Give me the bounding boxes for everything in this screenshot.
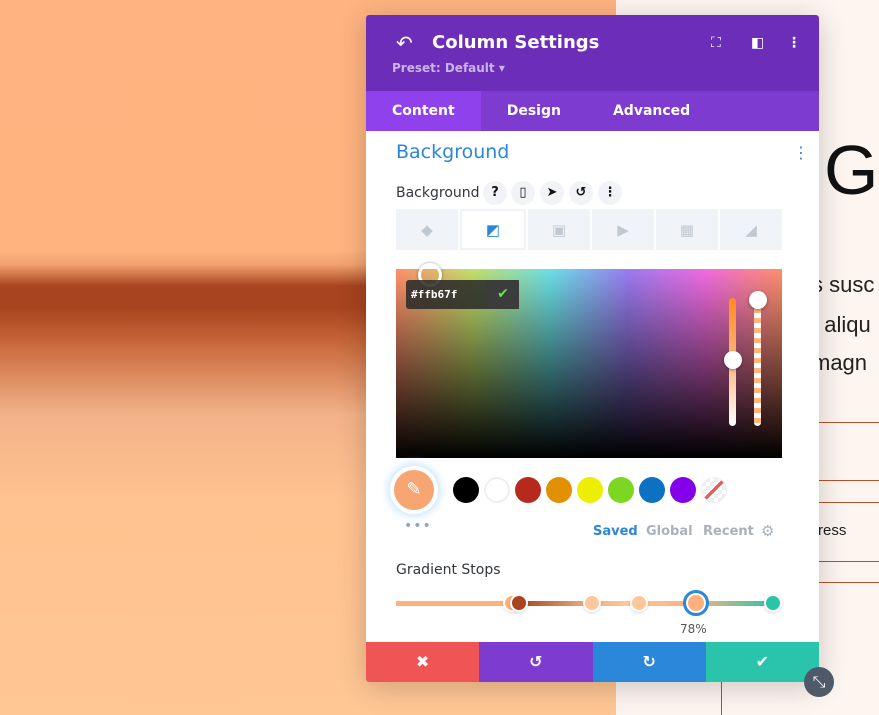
undo-button[interactable]: ↺ <box>479 642 593 682</box>
opacity-slider-handle[interactable] <box>749 291 767 309</box>
color-swatch[interactable] <box>484 477 510 503</box>
hex-input[interactable]: #ffb67f ✔ <box>406 280 519 309</box>
palette-tab-recent[interactable]: Recent <box>703 524 754 539</box>
column-settings-panel: ↶ Column Settings Preset: Default ▾ ⛶ ◧ … <box>366 15 819 682</box>
responsive-icon[interactable]: ▯ <box>511 181 535 205</box>
fullscreen-icon[interactable]: ⛶ <box>711 35 721 51</box>
undo-arrow-icon[interactable]: ↶ <box>396 31 413 55</box>
color-fill-icon[interactable]: ◆ <box>396 209 458 250</box>
paragraph-line: s susc <box>812 272 875 297</box>
tab-design[interactable]: Design <box>481 91 587 131</box>
background-type-tabs: ◆ ◩ ▣ ▶ ▦ ◢ <box>396 209 782 250</box>
reset-icon[interactable]: ↺ <box>569 181 593 205</box>
panel-header: ↶ Column Settings Preset: Default ▾ ⛶ ◧ … <box>366 15 819 91</box>
kebab-icon[interactable]: ⋮ <box>787 35 801 51</box>
color-swatch[interactable] <box>639 477 665 503</box>
paragraph-line: magn <box>812 350 868 375</box>
gradient-stop[interactable] <box>629 594 648 612</box>
page-heading: G <box>824 131 879 209</box>
divider <box>816 422 879 423</box>
selected-stop-position: 78% <box>680 622 707 636</box>
list-text: ress <box>818 522 847 539</box>
panel-footer: ✖ ↺ ↻ ✔ <box>366 642 819 682</box>
color-swatch[interactable] <box>701 477 727 503</box>
gradient-icon[interactable]: ◩ <box>460 209 526 250</box>
palette-tab-saved[interactable]: Saved <box>593 524 638 539</box>
palette-tab-global[interactable]: Global <box>646 524 693 539</box>
mask-icon[interactable]: ◢ <box>720 209 782 250</box>
image-icon[interactable]: ▣ <box>528 209 590 250</box>
color-swatch[interactable] <box>670 477 696 503</box>
divider <box>816 561 879 562</box>
color-swatch[interactable] <box>515 477 541 503</box>
settings-tabs: Content Design Advanced <box>366 91 819 131</box>
split-view-icon[interactable]: ◧ <box>751 35 764 51</box>
hue-slider-handle[interactable] <box>724 351 742 369</box>
resize-handle-icon[interactable]: ⤡ <box>804 667 834 697</box>
hover-cursor-icon[interactable]: ➤ <box>540 181 564 205</box>
more-options-icon[interactable]: ⋮ <box>598 181 622 205</box>
section-menu-icon[interactable]: ⋮ <box>793 143 809 162</box>
gradient-stop[interactable] <box>510 594 529 612</box>
divider <box>816 480 879 481</box>
divider <box>816 582 879 583</box>
color-picker-area[interactable]: #ffb67f ✔ <box>396 263 782 458</box>
preset-dropdown[interactable]: Preset: Default ▾ <box>392 61 505 75</box>
color-swatch[interactable] <box>608 477 634 503</box>
panel-title: Column Settings <box>432 32 600 53</box>
gear-icon[interactable]: ⚙ <box>761 522 774 540</box>
section-title[interactable]: Background <box>396 141 509 163</box>
gradient-stops-label: Gradient Stops <box>396 562 501 578</box>
video-icon[interactable]: ▶ <box>592 209 654 250</box>
more-swatches-icon[interactable]: ••• <box>404 518 432 534</box>
hex-value[interactable]: #ffb67f <box>406 280 487 309</box>
color-swatch[interactable] <box>546 477 572 503</box>
redo-button[interactable]: ↻ <box>592 642 706 682</box>
gradient-stop[interactable] <box>764 594 783 612</box>
save-button[interactable]: ✔ <box>705 642 819 682</box>
color-swatch[interactable] <box>453 477 479 503</box>
tab-advanced[interactable]: Advanced <box>587 91 716 131</box>
divider <box>816 502 879 503</box>
cancel-button[interactable]: ✖ <box>366 642 480 682</box>
pattern-icon[interactable]: ▦ <box>656 209 718 250</box>
opacity-slider[interactable] <box>754 298 761 426</box>
check-icon[interactable]: ✔ <box>487 280 519 309</box>
gradient-stop[interactable] <box>683 590 710 616</box>
field-label: Background <box>396 185 480 201</box>
gradient-stop[interactable] <box>583 594 602 612</box>
paragraph-line: t aliqu <box>812 312 871 337</box>
help-icon[interactable]: ? <box>483 181 507 205</box>
eyedropper-icon[interactable]: ✎ <box>390 466 438 514</box>
color-swatch[interactable] <box>577 477 603 503</box>
tab-content[interactable]: Content <box>366 91 481 131</box>
divider <box>721 682 722 715</box>
